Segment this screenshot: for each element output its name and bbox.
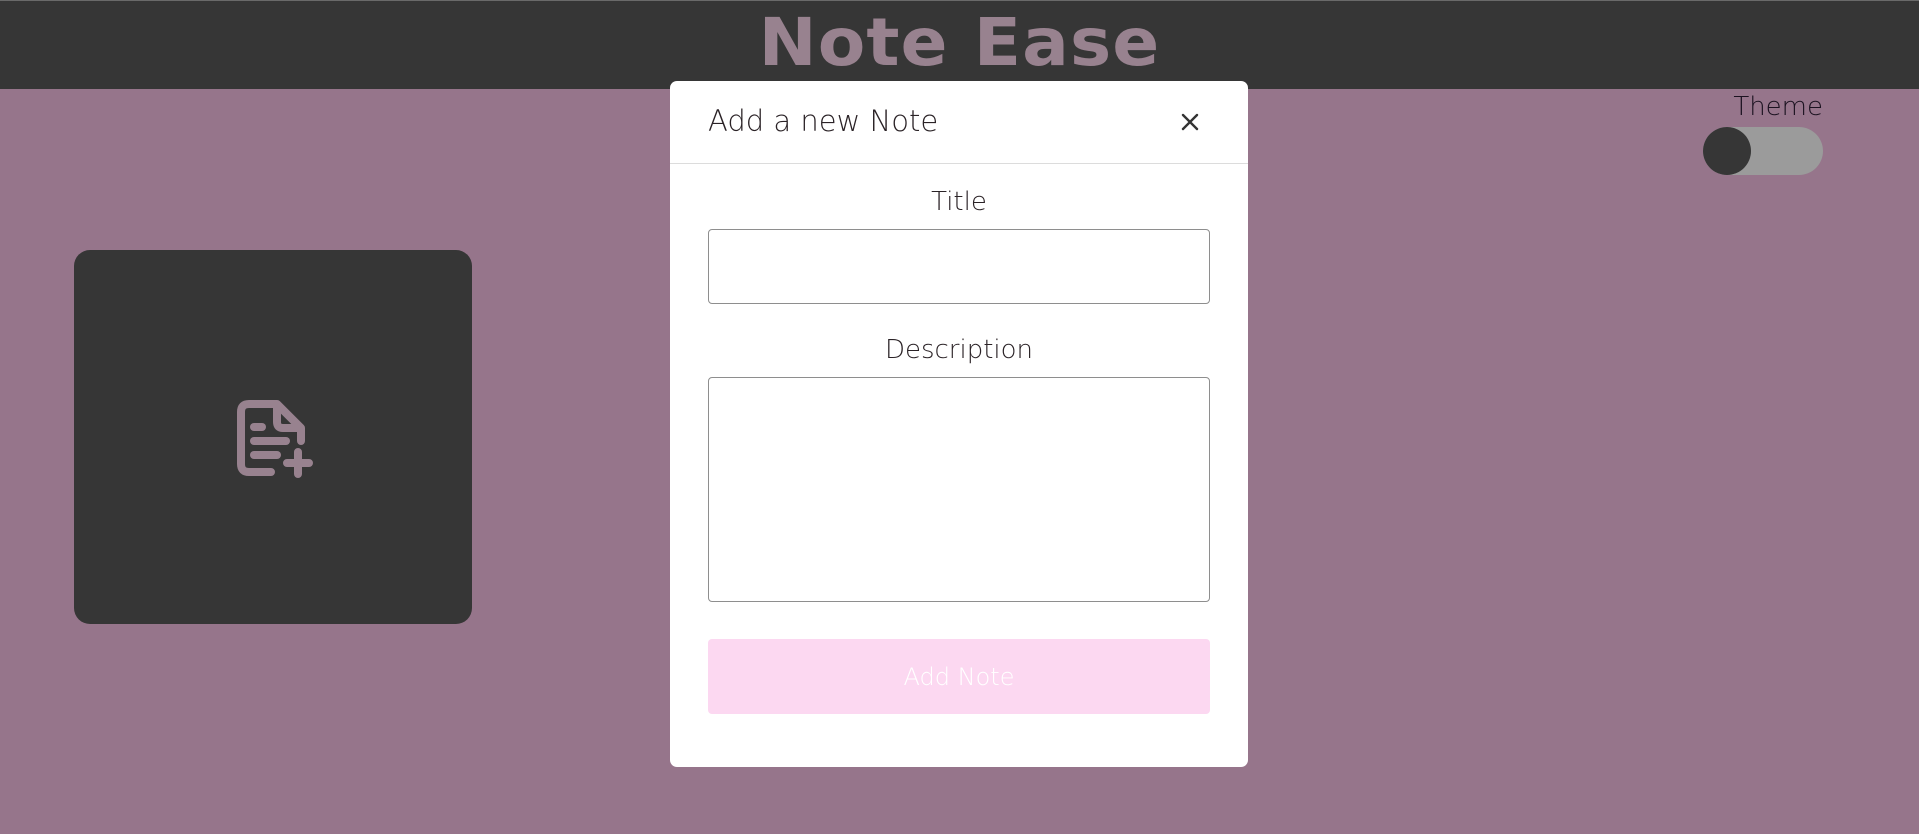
app-logo-title: Note Ease: [758, 4, 1161, 81]
description-input[interactable]: [708, 377, 1210, 602]
file-plus-icon: [237, 400, 313, 478]
title-label: Title: [931, 187, 987, 217]
close-icon[interactable]: [1176, 108, 1204, 136]
app-header: Note Ease: [0, 0, 1919, 89]
theme-toggle[interactable]: [1703, 127, 1823, 175]
modal-title: Add a new Note: [708, 104, 939, 138]
add-note-modal: Add a new Note Title Description Add Not…: [670, 81, 1248, 767]
theme-toggle-knob[interactable]: [1703, 127, 1751, 175]
description-label: Description: [884, 335, 1034, 365]
title-input[interactable]: [708, 229, 1210, 304]
modal-header: Add a new Note: [670, 81, 1248, 164]
add-note-button[interactable]: Add Note: [708, 639, 1210, 714]
add-note-card[interactable]: [74, 250, 472, 624]
theme-label: Theme: [1733, 92, 1823, 122]
